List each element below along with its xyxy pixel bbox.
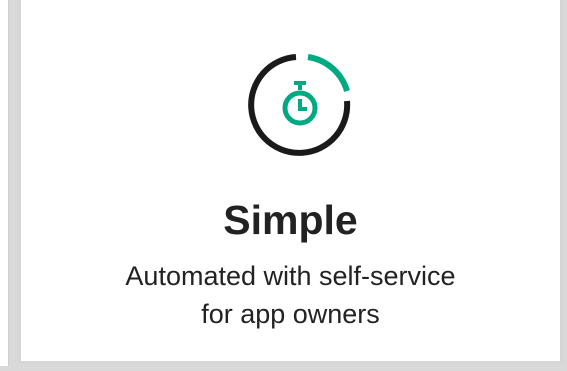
previous-card-edge (0, 0, 9, 366)
card-subtitle-line-2: for app owners (201, 299, 380, 329)
feature-card-simple: Simple Automated with self-service for a… (18, 0, 563, 364)
page: Simple Automated with self-service for a… (0, 0, 567, 371)
card-subtitle: Automated with self-service for app owne… (21, 257, 560, 333)
card-subtitle-line-1: Automated with self-service (125, 261, 456, 291)
card-title: Simple (223, 197, 358, 243)
stopwatch-icon (248, 53, 352, 157)
